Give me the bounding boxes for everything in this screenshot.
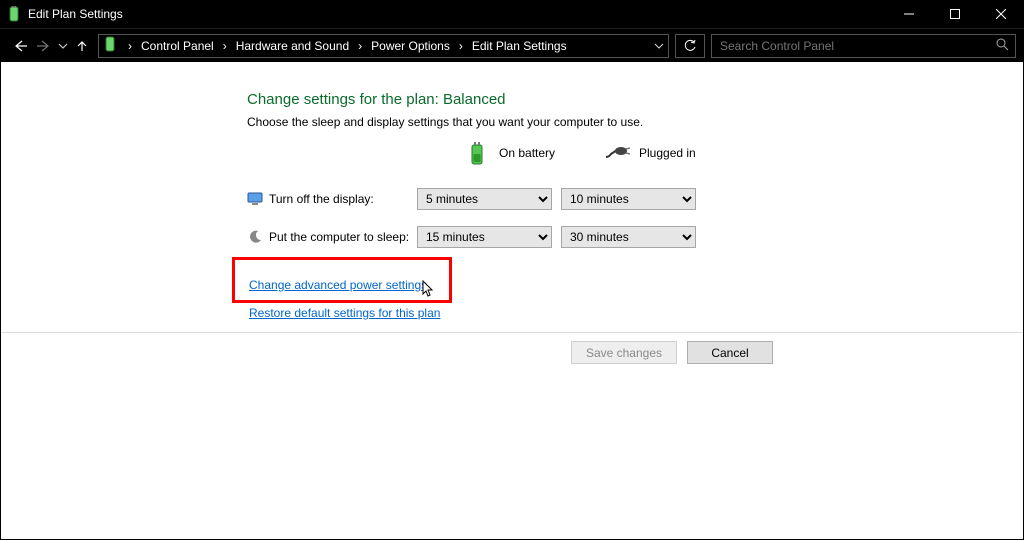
footer-bar: Save changes Cancel [1,332,1023,372]
page-description: Choose the sleep and display settings th… [247,115,643,129]
display-battery-select[interactable]: 5 minutes [417,188,552,210]
chevron-right-icon[interactable]: › [218,39,232,53]
close-button[interactable] [978,0,1024,28]
breadcrumb[interactable]: Edit Plan Settings [472,39,567,53]
back-button[interactable] [8,32,32,60]
navigation-bar: › Control Panel › Hardware and Sound › P… [0,28,1024,62]
refresh-button[interactable] [675,34,705,58]
app-icon [6,6,22,22]
maximize-button[interactable] [932,0,978,28]
search-box[interactable] [711,34,1016,58]
up-button[interactable] [70,32,94,60]
restore-defaults-link[interactable]: Restore default settings for this plan [249,306,440,320]
display-icon [247,191,263,207]
column-header-battery: On battery [499,146,555,160]
row-label: Turn off the display: [269,192,374,206]
window-title: Edit Plan Settings [28,7,123,21]
search-icon[interactable] [995,37,1009,54]
search-input[interactable] [718,38,995,54]
column-header-plugged: Plugged in [639,146,696,160]
sleep-plugged-select[interactable]: 30 minutes [561,226,696,248]
chevron-right-icon[interactable]: › [123,39,137,53]
row-display-label: Turn off the display: [247,189,417,209]
save-button[interactable]: Save changes [571,341,677,364]
cancel-button[interactable]: Cancel [687,341,773,364]
row-sleep-label: Put the computer to sleep: [247,227,417,247]
control-panel-icon [103,36,119,55]
minimize-button[interactable] [886,0,932,28]
chevron-right-icon[interactable]: › [353,39,367,53]
window-titlebar: Edit Plan Settings [0,0,1024,28]
chevron-down-icon[interactable] [654,39,664,53]
page-heading: Change settings for the plan: Balanced [247,91,506,108]
advanced-settings-link[interactable]: Change advanced power settings [249,278,427,292]
breadcrumb[interactable]: Hardware and Sound [236,39,349,53]
breadcrumb[interactable]: Power Options [371,39,450,53]
breadcrumb[interactable]: Control Panel [141,39,214,53]
sleep-icon [247,229,263,245]
battery-icon [467,142,487,166]
chevron-right-icon[interactable]: › [454,39,468,53]
forward-button[interactable] [32,32,56,60]
content-area: Change settings for the plan: Balanced C… [0,62,1024,540]
plug-icon [605,146,631,160]
address-bar[interactable]: › Control Panel › Hardware and Sound › P… [98,34,669,58]
recent-dropdown[interactable] [56,32,70,60]
display-plugged-select[interactable]: 10 minutes [561,188,696,210]
row-label: Put the computer to sleep: [269,230,409,244]
sleep-battery-select[interactable]: 15 minutes [417,226,552,248]
